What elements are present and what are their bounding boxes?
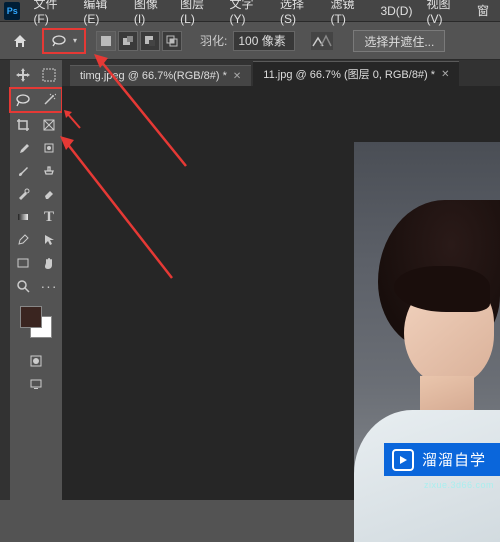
menu-view[interactable]: 视图(V) xyxy=(419,0,470,22)
options-bar: ▾ 羽化: 选择并遮住... xyxy=(0,22,500,60)
selection-add-button[interactable] xyxy=(118,31,138,51)
close-icon[interactable]: ✕ xyxy=(441,69,449,80)
select-and-mask-button[interactable]: 选择并遮住... xyxy=(353,30,445,52)
watermark-url: zixue.3d66.com xyxy=(424,480,494,490)
eraser-tool[interactable] xyxy=(37,183,61,205)
document-tabs: timg.jpeg @ 66.7%(RGB/8#) * ✕ 11.jpg @ 6… xyxy=(62,60,500,86)
play-icon xyxy=(392,449,414,471)
hand-tool[interactable] xyxy=(37,252,61,274)
tab-label: 11.jpg @ 66.7% (图层 0, RGB/8#) * xyxy=(263,66,435,82)
foreground-color-swatch[interactable] xyxy=(20,306,42,328)
screen-mode-toggle[interactable] xyxy=(24,373,48,395)
quick-mask-toggle[interactable] xyxy=(24,350,48,372)
color-swatches[interactable] xyxy=(16,304,56,344)
menu-image[interactable]: 图像(I) xyxy=(127,0,173,22)
document-tab-2[interactable]: 11.jpg @ 66.7% (图层 0, RGB/8#) * ✕ xyxy=(253,61,459,86)
canvas-area: timg.jpeg @ 66.7%(RGB/8#) * ✕ 11.jpg @ 6… xyxy=(62,60,500,500)
document-tab-1[interactable]: timg.jpeg @ 66.7%(RGB/8#) * ✕ xyxy=(70,65,251,86)
menu-layer[interactable]: 图层(L) xyxy=(173,0,222,22)
menu-file[interactable]: 文件(F) xyxy=(26,0,76,22)
dock-gutter xyxy=(0,60,10,500)
photoshop-logo: Ps xyxy=(4,2,20,20)
crop-tool[interactable] xyxy=(11,114,35,136)
menu-type[interactable]: 文字(Y) xyxy=(222,0,273,22)
refine-edge-icon[interactable] xyxy=(311,32,333,50)
feather-input[interactable] xyxy=(233,31,295,51)
move-tool[interactable] xyxy=(11,64,35,86)
feather-label: 羽化: xyxy=(200,32,227,49)
watermark-badge: 溜溜自学 xyxy=(384,443,500,476)
toolbar: T ··· xyxy=(10,60,62,500)
close-icon[interactable]: ✕ xyxy=(233,71,241,82)
canvas-viewport[interactable] xyxy=(62,86,500,500)
type-tool[interactable]: T xyxy=(37,206,61,228)
edit-toolbar[interactable]: ··· xyxy=(37,275,61,297)
marquee-tool[interactable] xyxy=(37,64,61,86)
menu-select[interactable]: 选择(S) xyxy=(273,0,324,22)
watermark-brand: 溜溜自学 xyxy=(422,449,486,470)
lasso-tool-row xyxy=(9,87,63,113)
clone-stamp-tool[interactable] xyxy=(37,160,61,182)
home-icon[interactable] xyxy=(8,29,32,53)
selection-new-button[interactable] xyxy=(96,31,116,51)
selection-intersect-button[interactable] xyxy=(162,31,182,51)
workspace: T ··· timg.jpeg @ 66.7%(RGB/8#) * xyxy=(0,60,500,500)
selection-mode-group xyxy=(96,31,182,51)
eyedropper-tool[interactable] xyxy=(11,137,35,159)
menu-window[interactable]: 窗 xyxy=(470,0,496,22)
image-body xyxy=(354,410,500,542)
pen-tool[interactable] xyxy=(11,229,35,251)
history-brush-tool[interactable] xyxy=(11,183,35,205)
tab-label: timg.jpeg @ 66.7%(RGB/8#) * xyxy=(80,70,227,82)
frame-tool[interactable] xyxy=(37,114,61,136)
menu-filter[interactable]: 滤镜(T) xyxy=(324,0,374,22)
lasso-tool[interactable] xyxy=(11,89,35,111)
selection-subtract-button[interactable] xyxy=(140,31,160,51)
path-select-tool[interactable] xyxy=(37,229,61,251)
tool-preset-dropdown[interactable]: ▾ xyxy=(42,28,86,54)
menubar: Ps 文件(F) 编辑(E) 图像(I) 图层(L) 文字(Y) 选择(S) 滤… xyxy=(0,0,500,22)
rectangle-tool[interactable] xyxy=(11,252,35,274)
brush-tool[interactable] xyxy=(11,160,35,182)
gradient-tool[interactable] xyxy=(11,206,35,228)
zoom-tool[interactable] xyxy=(11,275,35,297)
magic-wand-tool[interactable] xyxy=(37,89,61,111)
menu-edit[interactable]: 编辑(E) xyxy=(76,0,127,22)
spot-heal-tool[interactable] xyxy=(37,137,61,159)
menu-3d[interactable]: 3D(D) xyxy=(373,0,419,22)
